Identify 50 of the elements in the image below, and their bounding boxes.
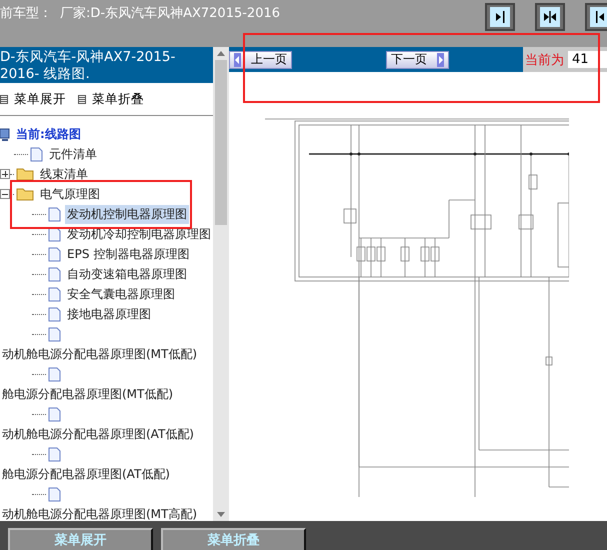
- folder-icon: [16, 167, 34, 181]
- document-icon: [48, 206, 61, 222]
- expand-toggle[interactable]: [0, 169, 10, 179]
- sidebar-title: D-东风汽车-风神AX7-2015-2016- 线路图.: [0, 47, 213, 83]
- document-icon: [48, 446, 61, 462]
- document-icon: [48, 406, 61, 422]
- tree-item[interactable]: 发动机控制电器原理图: [65, 204, 189, 224]
- scroll-up-icon[interactable]: [217, 51, 225, 56]
- tree-item[interactable]: 动机舱电源分配电器原理图(MT低配): [0, 344, 200, 364]
- document-icon: [48, 286, 61, 302]
- vehicle-label: 前车型：: [0, 5, 52, 22]
- document-icon: [48, 326, 61, 342]
- document-icon: [48, 246, 61, 262]
- scrollbar[interactable]: [213, 47, 229, 521]
- computer-icon: [0, 126, 10, 142]
- tree-folder[interactable]: 电气原理图: [38, 184, 102, 204]
- next-page-button[interactable]: 下一页: [386, 50, 449, 68]
- current-page-label: 当前为: [525, 52, 564, 68]
- vehicle-name: 厂家:D-东风汽车风神AX72015-2016: [60, 5, 280, 22]
- tree-item[interactable]: 舱电源分配电器原理图(AT低配): [0, 464, 172, 484]
- collapse-toggle[interactable]: [0, 189, 10, 199]
- list-icon: [78, 95, 86, 104]
- collapse-left-button[interactable]: [585, 3, 607, 31]
- scrollbar-thumb[interactable]: [215, 60, 227, 225]
- previous-page-button[interactable]: 上一页: [229, 50, 292, 68]
- right-arrow-icon: [437, 52, 444, 66]
- tree-item[interactable]: 元件清单: [47, 144, 99, 164]
- tree-item[interactable]: 自动变速箱电器原理图: [65, 264, 189, 284]
- menu-action-link[interactable]: 菜单折叠: [92, 91, 144, 108]
- document-icon: [48, 266, 61, 282]
- tree-item[interactable]: 安全气囊电器原理图: [65, 284, 177, 304]
- list-icon: [0, 95, 8, 104]
- document-icon: [30, 146, 43, 162]
- tree-item[interactable]: 接地电器原理图: [65, 304, 153, 324]
- tree-item[interactable]: 动机舱电源分配电器原理图(AT低配): [0, 424, 196, 444]
- page-number-field[interactable]: 41: [568, 51, 607, 68]
- tree-item[interactable]: 舱电源分配电器原理图(MT低配): [0, 384, 176, 404]
- tree-root[interactable]: 当前:线路图: [16, 126, 81, 142]
- split-view-button[interactable]: [535, 3, 565, 31]
- folder-icon: [16, 187, 34, 201]
- left-arrow-icon: [234, 52, 241, 66]
- document-icon: [48, 486, 61, 502]
- collapse-right-button[interactable]: [485, 3, 515, 31]
- document-icon: [48, 306, 61, 322]
- tree-item[interactable]: EPS 控制器电器原理图: [65, 244, 192, 264]
- scroll-down-icon[interactable]: [217, 512, 225, 517]
- menu-action-link[interactable]: 菜单展开: [14, 91, 66, 108]
- tree-folder[interactable]: 线束清单: [38, 164, 90, 184]
- document-icon: [48, 366, 61, 382]
- tree-item[interactable]: 动机舱电源分配电器原理图(MT高配): [0, 504, 200, 521]
